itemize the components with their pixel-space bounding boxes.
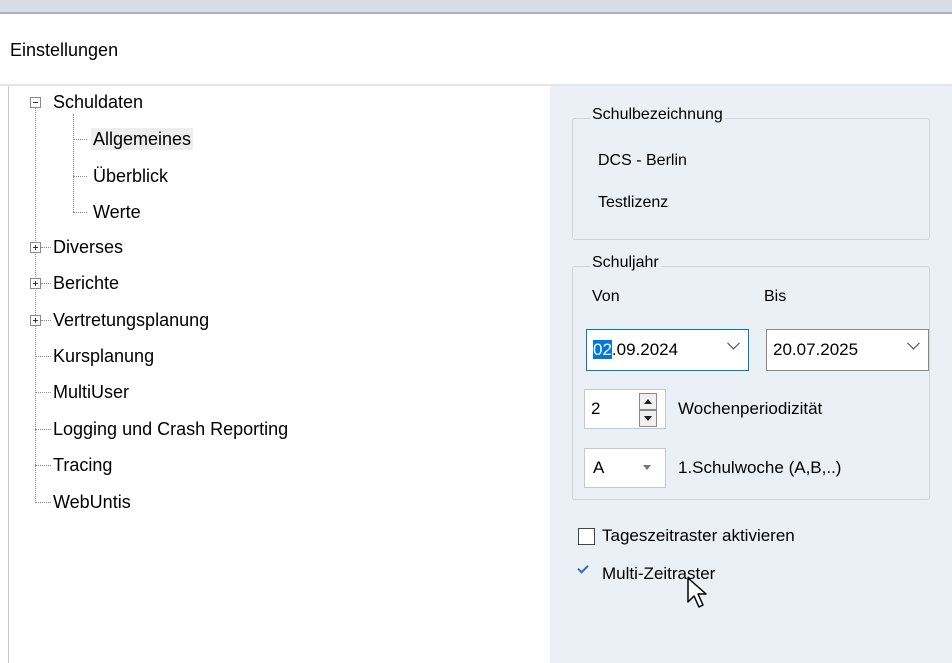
to-date-value: 20.07.2025 — [773, 340, 859, 359]
tree-item-webuntis[interactable]: WebUntis — [53, 491, 131, 513]
week-period-label: Wochenperiodizität — [678, 399, 823, 418]
from-date-picker[interactable]: 02.09.2024 — [586, 329, 749, 371]
tree-connector — [73, 176, 87, 177]
mouse-cursor-icon — [687, 577, 707, 608]
first-week-label: 1.Schulwoche (A,B,..) — [678, 458, 842, 477]
tree-connector — [73, 139, 87, 140]
tree-connector — [35, 392, 51, 393]
tree-connector — [35, 465, 51, 466]
tree-connector — [41, 247, 51, 248]
chevron-down-icon[interactable] — [727, 336, 740, 350]
license-text: Testlizenz — [598, 194, 669, 211]
expand-icon[interactable] — [30, 242, 41, 253]
tree-connector — [35, 429, 51, 430]
tree-item-schuldaten[interactable]: Schuldaten — [53, 91, 143, 113]
school-name: DCS - Berlin — [598, 152, 687, 169]
tree-connector — [35, 502, 51, 503]
from-date-day-selection: 02 — [593, 340, 612, 359]
settings-panel: Schulbezeichnung DCS - Berlin Testlizenz… — [550, 86, 952, 663]
day-grid-checkbox[interactable] — [578, 528, 595, 545]
tree-connector — [73, 212, 87, 213]
dialog-title: Einstellungen — [10, 40, 119, 60]
collapse-icon[interactable] — [30, 97, 41, 108]
tree-connector — [41, 320, 51, 321]
tree-root-line — [35, 102, 36, 503]
to-label: Bis — [764, 288, 787, 305]
day-grid-label[interactable]: Tageszeitraster aktivieren — [602, 526, 795, 546]
tree-item-diverses[interactable]: Diverses — [53, 236, 123, 258]
tree-item-vertretungsplanung[interactable]: Vertretungsplanung — [53, 309, 209, 331]
from-label: Von — [592, 288, 620, 305]
tree-item-werte[interactable]: Werte — [93, 201, 141, 223]
tree-item-allgemeines[interactable]: Allgemeines — [91, 128, 194, 150]
first-week-value: A — [593, 458, 605, 477]
tree-child-line — [73, 114, 74, 212]
arrow-down-icon — [644, 416, 652, 421]
school-name-group — [572, 118, 930, 240]
week-period-stepper[interactable]: 2 — [584, 389, 666, 429]
first-week-select[interactable]: A — [584, 448, 666, 488]
from-date-rest: .09.2024 — [611, 340, 679, 359]
tree-item-kursplanung[interactable]: Kursplanung — [53, 345, 154, 367]
decrement-button[interactable] — [639, 410, 657, 427]
dropdown-arrow-icon[interactable] — [643, 465, 651, 470]
window-top-bar — [0, 0, 952, 14]
to-date-picker[interactable]: 20.07.2025 — [766, 329, 929, 371]
tree-connector — [41, 283, 51, 284]
school-year-legend: Schuljahr — [590, 254, 661, 272]
increment-button[interactable] — [639, 393, 657, 410]
week-period-value: 2 — [591, 399, 601, 418]
tree-item-multiuser[interactable]: MultiUser — [53, 381, 129, 403]
tree-item-logging[interactable]: Logging und Crash Reporting — [53, 418, 288, 440]
chevron-down-icon[interactable] — [907, 336, 920, 350]
tree-item-ueberblick[interactable]: Überblick — [93, 165, 168, 187]
arrow-up-icon — [644, 399, 652, 404]
tree-item-berichte[interactable]: Berichte — [53, 272, 119, 294]
tree-item-tracing[interactable]: Tracing — [53, 454, 112, 476]
expand-icon[interactable] — [30, 315, 41, 326]
school-name-legend: Schulbezeichnung — [590, 106, 725, 124]
tree-connector — [35, 356, 51, 357]
settings-tree[interactable]: Schuldaten Allgemeines Überblick Werte D… — [8, 86, 550, 663]
multi-grid-checkbox[interactable] — [576, 562, 593, 579]
expand-icon[interactable] — [30, 278, 41, 289]
checkmark-icon — [577, 562, 589, 574]
